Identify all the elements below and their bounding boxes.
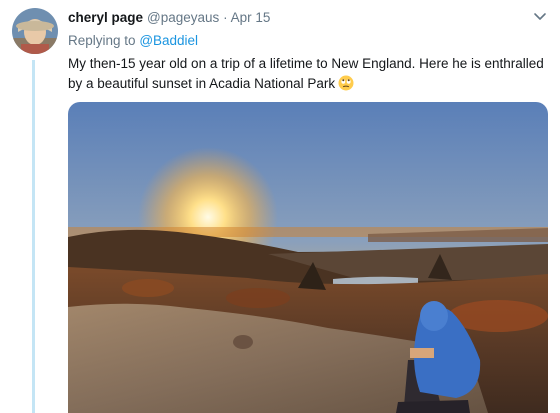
tweet-header: cheryl page @pageyaus · Apr 15 (68, 9, 270, 27)
thread-line (32, 60, 35, 413)
avatar[interactable] (12, 8, 58, 54)
display-name[interactable]: cheryl page (68, 10, 143, 25)
replying-prefix: Replying to (68, 33, 136, 48)
tweet-date[interactable]: Apr 15 (231, 10, 271, 25)
replying-to: Replying to @Baddiel (68, 32, 198, 50)
chevron-down-icon[interactable] (532, 8, 548, 24)
tweet: cheryl page @pageyaus · Apr 15 Replying t… (0, 0, 560, 413)
separator-dot: · (223, 10, 228, 25)
tweet-photo[interactable] (68, 102, 548, 413)
mention-link[interactable]: @Baddiel (139, 33, 198, 48)
tweet-body: My then-15 year old on a trip of a lifet… (68, 56, 544, 91)
user-handle[interactable]: @pageyaus (147, 10, 219, 25)
rolling-eyes-emoji-icon (338, 75, 354, 91)
tweet-text: My then-15 year old on a trip of a lifet… (68, 54, 550, 94)
